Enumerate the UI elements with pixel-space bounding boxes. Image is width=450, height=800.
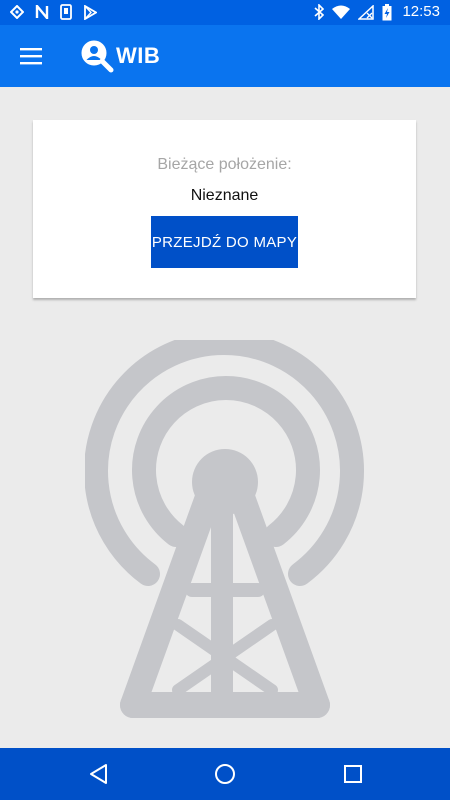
no-signal-icon bbox=[358, 4, 375, 20]
navigation-icon bbox=[10, 5, 24, 19]
radio-tower-icon bbox=[85, 340, 364, 718]
notification-icons bbox=[10, 4, 97, 20]
app-bar: WIB bbox=[0, 25, 450, 87]
bluetooth-icon bbox=[314, 4, 325, 20]
recents-icon[interactable] bbox=[341, 763, 365, 785]
battery-charging-icon bbox=[382, 3, 392, 20]
back-icon[interactable] bbox=[87, 763, 111, 785]
clock: 12:53 bbox=[402, 3, 440, 20]
phone-icon bbox=[60, 4, 72, 20]
go-to-map-button[interactable]: PRZEJDŹ DO MAPY bbox=[151, 216, 298, 268]
hamburger-menu-icon[interactable] bbox=[20, 47, 42, 65]
play-store-icon bbox=[84, 4, 97, 20]
current-location-value: Nieznane bbox=[190, 187, 259, 204]
home-icon[interactable] bbox=[213, 763, 237, 785]
magnifier-person-icon bbox=[81, 40, 114, 73]
app-logo: WIB bbox=[80, 39, 160, 73]
wifi-icon bbox=[332, 5, 351, 19]
system-icons: 12:53 bbox=[314, 3, 440, 21]
navigation-bar bbox=[0, 748, 450, 800]
current-location-label: Bieżące położenie: bbox=[157, 156, 292, 173]
status-bar: 12:53 bbox=[0, 0, 450, 25]
location-card: Bieżące położenie: Nieznane PRZEJDŹ DO M… bbox=[33, 120, 416, 298]
app-title: WIB bbox=[116, 43, 161, 68]
n-notification-icon bbox=[35, 5, 49, 19]
